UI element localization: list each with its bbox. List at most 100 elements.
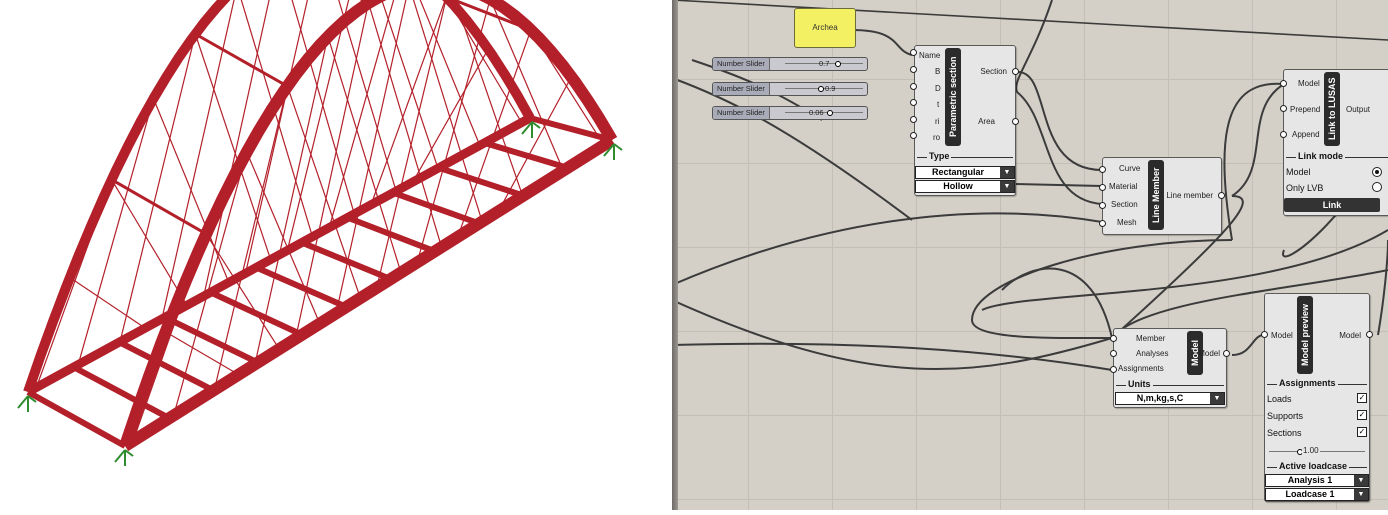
slider-track[interactable] [785,112,863,113]
link-to-lusas-component[interactable]: Model Prepend Append Link to LUSAS Outpu… [1283,69,1388,216]
number-slider-d[interactable]: Number Slider 0.9 [712,82,868,96]
scale-slider[interactable]: 1.00 [1269,446,1365,457]
panel-text: Archea [812,23,838,32]
output-model: Model [1339,331,1361,340]
hanger [487,48,531,119]
port-dot[interactable] [910,66,917,73]
port-dot[interactable] [1366,331,1373,338]
supports-checkbox[interactable]: ✓ [1357,410,1367,420]
mode-model-radio[interactable] [1372,167,1382,177]
model-preview-title[interactable]: Model preview [1297,296,1313,374]
port-dot[interactable] [910,116,917,123]
hanger [286,86,361,299]
input-material: Material [1109,182,1138,191]
chevron-down-icon[interactable]: ▼ [1354,475,1368,486]
port-dot[interactable] [1280,131,1287,138]
cross-beam [117,339,215,394]
output-output: Output [1346,105,1371,114]
support-arrow [114,449,126,463]
port-dot[interactable] [1099,220,1106,227]
link-button[interactable]: Link [1284,198,1380,212]
model-preview-component[interactable]: Model Model preview Model Assignments Lo… [1264,293,1370,502]
input-t: t [937,100,940,109]
model-component[interactable]: Member Analyses Assignments Model Model … [1113,328,1227,408]
line-member-title[interactable]: Line Member [1148,160,1164,230]
slider-label: Number Slider [713,58,770,70]
cross-beam [392,189,481,227]
output-line-member: Line member [1166,191,1213,200]
type-dropdown-hollow[interactable]: Hollow ▼ [915,180,1015,193]
port-dot[interactable] [1099,166,1106,173]
input-model: Model [1298,79,1320,88]
hanger [240,0,314,237]
units-dropdown[interactable]: N,m,kg,s,C ▼ [1115,392,1225,405]
port-dot[interactable] [1280,80,1287,87]
number-slider-t[interactable]: Number Slider 0.06 [712,106,868,120]
mode-lvb-label: Only LVB [1286,183,1324,193]
canvas-divider[interactable] [672,0,678,510]
port-dot[interactable] [1012,118,1019,125]
link-to-lusas-title[interactable]: Link to LUSAS [1324,72,1340,146]
supports-label: Supports [1267,411,1304,421]
chevron-down-icon[interactable]: ▼ [1354,489,1368,500]
slider-knob[interactable] [827,110,833,116]
port-dot[interactable] [1110,350,1117,357]
link-mode-label: Link mode [1296,151,1346,161]
number-slider-b[interactable]: Number Slider 0.7 [712,57,868,71]
parametric-section-title[interactable]: Parametric section [945,48,961,146]
port-dot[interactable] [1223,350,1230,357]
input-member: Member [1136,334,1166,343]
input-curve: Curve [1119,164,1141,173]
deck-beam-right [121,134,616,452]
port-dot[interactable] [1012,68,1019,75]
sections-checkbox[interactable]: ✓ [1357,427,1367,437]
slider-knob[interactable] [818,86,824,92]
port-dot[interactable] [1110,335,1117,342]
chevron-down-icon[interactable]: ▼ [1000,181,1014,192]
port-dot[interactable] [910,49,917,56]
assignments-label: Assignments [1277,378,1338,388]
port-dot[interactable] [1110,366,1117,373]
active-loadcase-label: Active loadcase [1277,461,1350,471]
input-ro: ro [933,133,941,142]
port-dot[interactable] [1099,202,1106,209]
text-panel[interactable]: Archea [794,8,856,48]
chevron-down-icon[interactable]: ▼ [1210,393,1224,404]
input-assignments: Assignments [1118,364,1164,373]
input-append: Append [1292,130,1320,139]
support-arrow [17,395,29,409]
node-canvas[interactable]: Archea Number Slider 0.7 Number Slider 0… [672,0,1388,510]
output-model: Model [1198,349,1220,358]
port-dot[interactable] [1099,184,1106,191]
3d-viewport[interactable] [0,0,672,510]
line-member-component[interactable]: Curve Material Section Mesh Line Member … [1102,157,1222,235]
port-dot[interactable] [910,83,917,90]
slider-value: 0.7 [819,59,830,68]
parametric-section-component[interactable]: Name B D t ri ro Parametric section Sect… [914,45,1016,196]
loadcase-dropdown[interactable]: Loadcase 1 ▼ [1265,488,1369,501]
analysis-dropdown[interactable]: Analysis 1 ▼ [1265,474,1369,487]
slider-knob[interactable] [835,61,841,67]
input-analyses: Analyses [1136,349,1169,358]
hanger [111,179,188,306]
port-dot[interactable] [1218,192,1225,199]
type-dropdown-shape[interactable]: Rectangular ▼ [915,166,1015,179]
input-prepend: Prepend [1290,105,1321,114]
port-dot[interactable] [1280,105,1287,112]
port-dot[interactable] [1261,331,1268,338]
input-section: Section [1111,200,1138,209]
chevron-down-icon[interactable]: ▼ [1000,167,1014,178]
output-area: Area [978,117,995,126]
port-dot[interactable] [910,99,917,106]
slider-track[interactable] [785,88,863,89]
port-dot[interactable] [910,132,917,139]
mode-lvb-radio[interactable] [1372,182,1382,192]
mode-model-label: Model [1286,167,1311,177]
input-ri: ri [935,117,940,126]
output-section: Section [980,67,1007,76]
slider-value: 0.06 [809,108,824,117]
arch-rib-left [23,0,535,394]
scale-value: 1.00 [1302,446,1320,455]
loads-checkbox[interactable]: ✓ [1357,393,1367,403]
input-d: D [935,84,941,93]
